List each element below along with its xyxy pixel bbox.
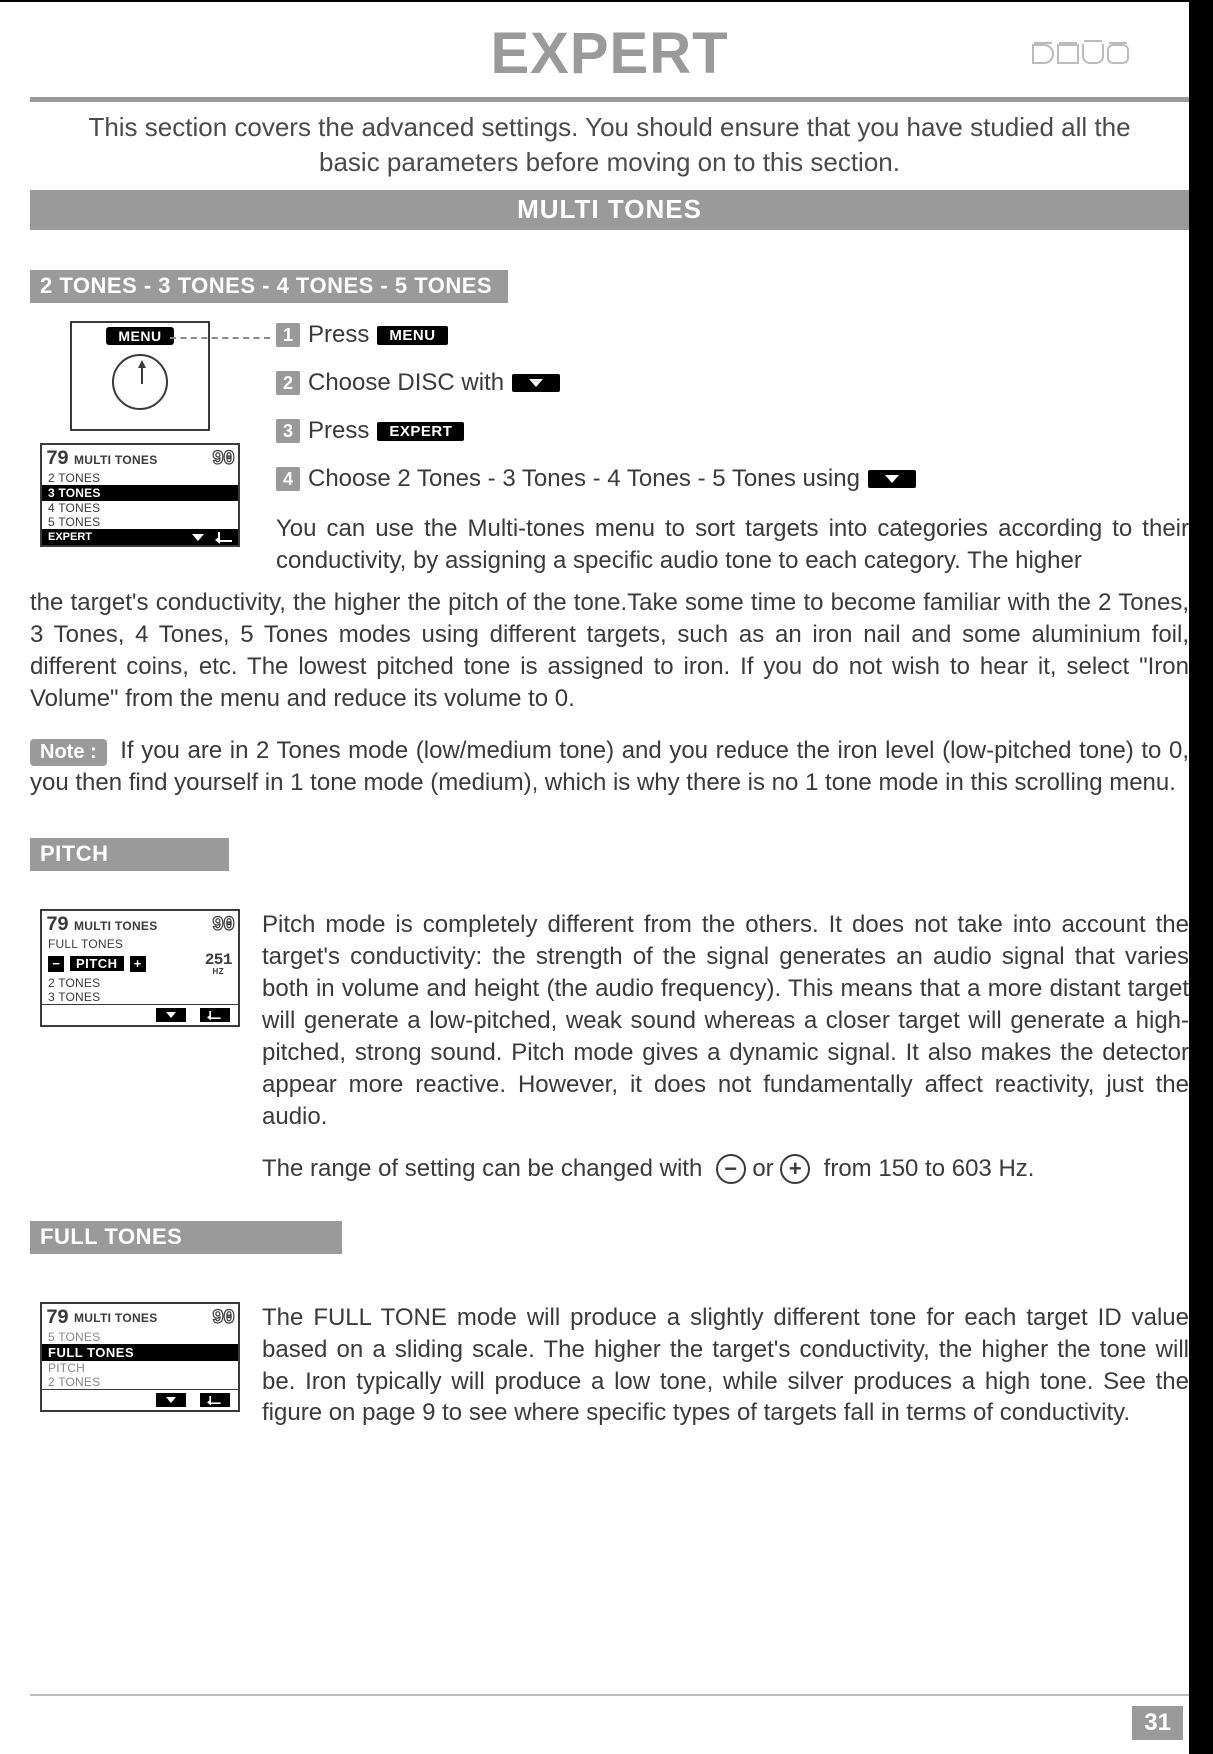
list-item: 2 TONES (42, 1375, 238, 1389)
step-badge: 1 (276, 323, 300, 347)
left-seg: 79 (46, 448, 68, 471)
minus-icon: − (48, 956, 64, 972)
expert-button-pill: EXPERT (377, 422, 464, 441)
plus-icon: + (130, 956, 146, 972)
right-seg: 90 (212, 914, 234, 937)
screen-bottom-bar (42, 1004, 238, 1025)
step-text: Choose 2 Tones - 3 Tones - 4 Tones - 5 T… (308, 465, 860, 493)
step-badge: 3 (276, 419, 300, 443)
step-text: Press (308, 417, 369, 445)
hz-readout: 251 HZ (205, 951, 232, 976)
pitch-range-or: or (752, 1155, 773, 1182)
list-item: 2 TONES (42, 471, 238, 485)
return-icon (200, 1393, 230, 1407)
screen-title: MULTI TONES (74, 453, 158, 467)
sub-header-pitch: PITCH (30, 838, 229, 871)
left-seg: 79 (46, 914, 68, 937)
step-2: 2 Choose DISC with (276, 369, 1189, 397)
intro-text: This section covers the advanced setting… (30, 102, 1189, 190)
screen-title: MULTI TONES (74, 919, 158, 933)
pitch-paragraph: Pitch mode is completely different from … (262, 909, 1189, 1132)
tones-paragraph-lead: You can use the Multi-tones menu to sort… (276, 513, 1189, 577)
down-arrow-button (512, 374, 560, 392)
right-seg: 90 (212, 448, 234, 471)
list-item: 3 TONES (42, 990, 238, 1004)
dial-icon (112, 354, 168, 410)
step-text: Choose DISC with (308, 369, 504, 397)
expert-label: EXPERT (48, 531, 92, 543)
dashed-connector (170, 337, 270, 339)
return-icon (200, 1008, 230, 1022)
screen-bottom-bar: EXPERT (42, 529, 238, 545)
fulltones-paragraph: The FULL TONE mode will produce a slight… (262, 1302, 1189, 1430)
screen-bottom-bar (42, 1389, 238, 1410)
sub-header-fulltones: FULL TONES (30, 1221, 342, 1254)
down-arrow-icon (156, 1008, 186, 1022)
list-item: FULL TONES (42, 937, 238, 951)
list-item: 5 TONES (42, 1330, 238, 1344)
page-number: 31 (1132, 1706, 1183, 1740)
device-screen-fulltones: 79 MULTI TONES 90 5 TONES FULL TONES PIT… (40, 1302, 240, 1412)
pitch-range-line: The range of setting can be changed with… (262, 1153, 1189, 1185)
device-screen-pitch: 79 MULTI TONES 90 FULL TONES − PITCH + 2… (40, 909, 240, 1027)
sub-header-tones: 2 TONES - 3 TONES - 4 TONES - 5 TONES (30, 270, 508, 303)
pitch-range-text-a: The range of setting can be changed with (262, 1155, 702, 1182)
device-screen-tones: 79 MULTI TONES 90 2 TONES 3 TONES 4 TONE… (40, 443, 240, 547)
right-seg: 90 (212, 1307, 234, 1330)
list-item: 5 TONES (42, 515, 238, 529)
list-item-selected: PITCH (70, 956, 124, 971)
menu-button-pill: MENU (377, 326, 447, 345)
plus-button-icon: + (780, 1154, 810, 1184)
list-item: 4 TONES (42, 501, 238, 515)
step-1: 1 Press MENU (276, 321, 1189, 349)
brand-logo (1032, 44, 1129, 64)
minus-button-icon: − (716, 1154, 746, 1184)
page-title: EXPERT (30, 20, 1189, 87)
list-item: PITCH (42, 1361, 238, 1375)
note-text: If you are in 2 Tones mode (low/medium t… (30, 737, 1189, 796)
step-3: 3 Press EXPERT (276, 417, 1189, 445)
pitch-range-text-c: from 150 to 603 Hz. (824, 1155, 1035, 1182)
list-item-selected: 3 TONES (42, 485, 238, 501)
note-label: Note : (30, 739, 107, 767)
step-text: Press (308, 321, 369, 349)
note-paragraph: Note : If you are in 2 Tones mode (low/m… (30, 735, 1189, 799)
list-item-selected: FULL TONES (42, 1344, 238, 1361)
right-margin-strip (1189, 2, 1213, 1754)
down-arrow-button (868, 470, 916, 488)
down-arrow-icon (156, 1393, 186, 1407)
step-4: 4 Choose 2 Tones - 3 Tones - 4 Tones - 5… (276, 465, 1189, 493)
screen-title: MULTI TONES (74, 1311, 158, 1325)
footer-divider (30, 1694, 1189, 1696)
step-badge: 4 (276, 467, 300, 491)
tones-paragraph: the target's conductivity, the higher th… (30, 587, 1189, 715)
step-badge: 2 (276, 371, 300, 395)
menu-label: MENU (106, 327, 173, 345)
down-arrow-icon (192, 534, 204, 541)
return-icon (218, 532, 232, 542)
left-seg: 79 (46, 1307, 68, 1330)
section-header-multi-tones: MULTI TONES (30, 190, 1189, 230)
list-item: 2 TONES (42, 976, 238, 990)
